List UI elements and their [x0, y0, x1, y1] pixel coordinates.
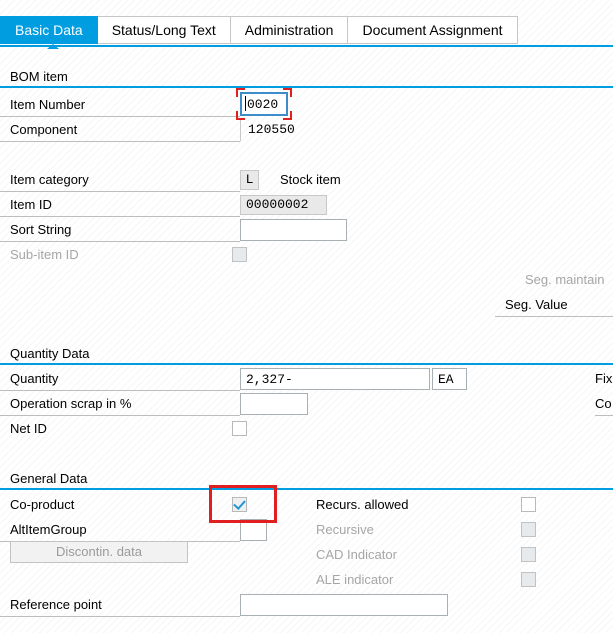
label-recursive: Recursive [316, 522, 374, 537]
tab-basic-data-label: Basic Data [15, 22, 83, 38]
text-item-category-description: Stock item [280, 172, 341, 187]
label-sort-string: Sort String [0, 218, 240, 242]
tab-status-long-text-label: Status/Long Text [111, 22, 216, 38]
tab-document-assignment[interactable]: Document Assignment [348, 16, 518, 44]
text-caret [245, 96, 246, 111]
value-item-category: L [240, 170, 259, 190]
label-item-number: Item Number [0, 93, 240, 117]
tab-list: Basic Data Status/Long Text Administrati… [0, 16, 518, 44]
label-alt-item-group: AltItemGroup [0, 518, 240, 542]
label-ale-indicator: ALE indicator [316, 572, 394, 587]
checkbox-recursive [521, 522, 536, 537]
label-co-product: Co-product [10, 497, 75, 512]
label-item-category: Item category [0, 168, 240, 192]
bom-item-detail-screen: Basic Data Status/Long Text Administrati… [0, 0, 613, 633]
active-tab-pointer-icon [47, 44, 59, 49]
value-component: 120550 [248, 122, 295, 137]
input-reference-point[interactable] [240, 594, 448, 616]
tab-administration[interactable]: Administration [230, 16, 349, 44]
button-discontin-data: Discontin. data [10, 541, 188, 563]
label-cad-indicator: CAD Indicator [316, 547, 397, 562]
tab-administration-label: Administration [244, 22, 334, 38]
input-quantity[interactable] [240, 368, 430, 390]
checkbox-net-id[interactable] [232, 421, 247, 436]
label-net-id: Net ID [10, 421, 47, 436]
input-item-number[interactable] [240, 92, 288, 116]
tab-basic-data[interactable]: Basic Data [0, 16, 98, 44]
label-seg-value: Seg. Value [495, 293, 613, 317]
section-header-general-data: General Data [0, 468, 613, 490]
section-header-quantity-data: Quantity Data [0, 343, 613, 365]
label-fixed-quantity: Fix [595, 371, 613, 386]
section-title-bom-item: BOM item [10, 69, 68, 84]
label-recurs-allowed: Recurs. allowed [316, 497, 409, 512]
input-alt-item-group[interactable] [240, 519, 267, 541]
value-item-id: 00000002 [240, 195, 327, 215]
label-seg-maintained: Seg. maintain [525, 272, 605, 287]
checkbox-cad-indicator [521, 547, 536, 562]
label-sub-item-id: Sub-item ID [10, 247, 79, 262]
tab-document-assignment-label: Document Assignment [362, 22, 503, 38]
component-separator [240, 119, 241, 141]
input-sort-string[interactable] [240, 219, 347, 241]
label-quantity: Quantity [0, 367, 240, 391]
label-item-id: Item ID [0, 193, 240, 217]
section-title-quantity-data: Quantity Data [10, 346, 90, 361]
label-reference-point: Reference point [0, 593, 240, 617]
tab-strip: Basic Data Status/Long Text Administrati… [0, 0, 613, 49]
checkbox-recurs-allowed[interactable] [521, 497, 536, 512]
section-header-bom-item: BOM item [0, 66, 613, 88]
checkbox-sub-item-id [232, 247, 247, 262]
checkbox-ale-indicator [521, 572, 536, 587]
label-operation-scrap: Operation scrap in % [0, 392, 240, 416]
tab-status-long-text[interactable]: Status/Long Text [97, 16, 231, 44]
tab-strip-underline [0, 45, 613, 47]
input-operation-scrap[interactable] [240, 393, 308, 415]
label-component: Component [0, 118, 240, 142]
checkbox-co-product[interactable] [232, 497, 247, 512]
section-title-general-data: General Data [10, 471, 88, 486]
input-quantity-unit[interactable] [432, 368, 467, 390]
label-co: Co [595, 392, 613, 416]
